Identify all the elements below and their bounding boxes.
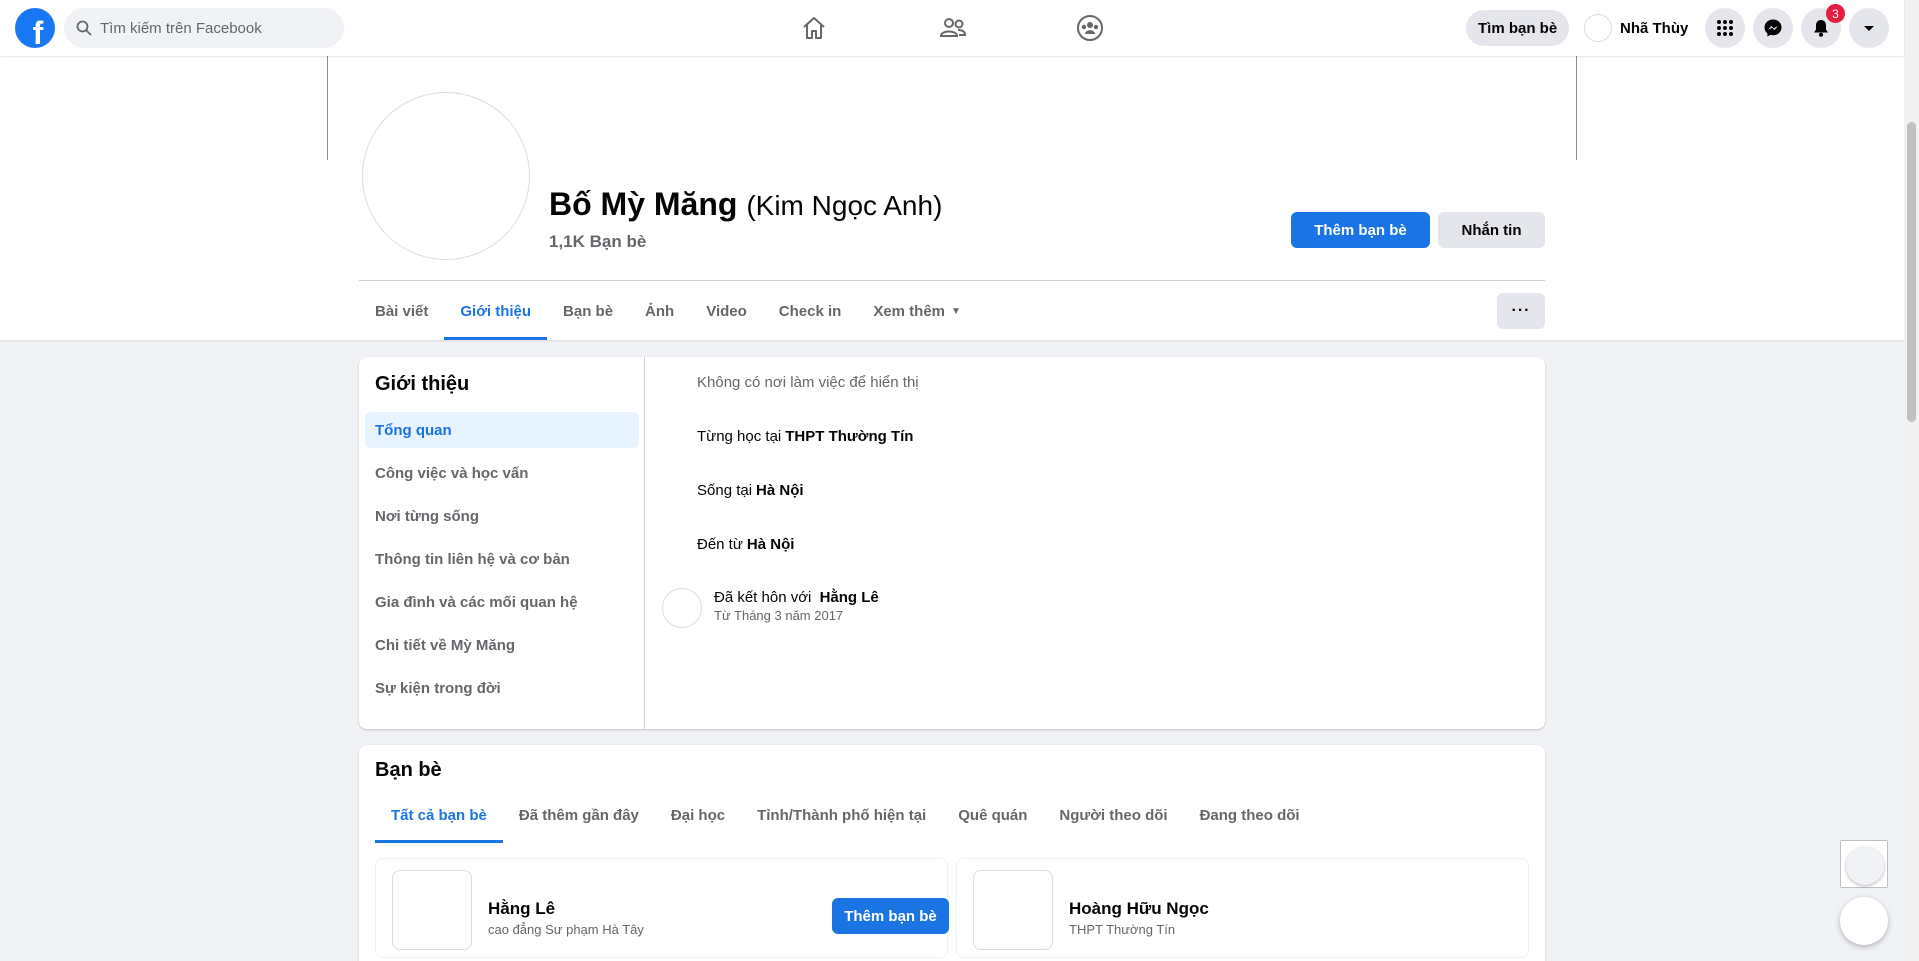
nav-home[interactable] bbox=[774, 0, 854, 56]
no-workplace-text: Không có nơi làm việc để hiển thị bbox=[697, 374, 919, 391]
search-box[interactable] bbox=[64, 8, 344, 48]
profile-name: Bố Mỳ Măng (Kim Ngọc Anh) bbox=[549, 186, 942, 223]
chevron-down-icon: ▼ bbox=[951, 305, 961, 317]
friend-subtitle: THPT Thường Tín bbox=[1069, 922, 1176, 937]
notifications-button[interactable]: 3 bbox=[1801, 4, 1845, 48]
about-nav-places-lived[interactable]: Nơi từng sống bbox=[365, 498, 639, 534]
cover-edge-right bbox=[1576, 56, 1577, 160]
relationship-row: Đã kết hôn với Hằng Lê bbox=[714, 589, 879, 606]
account-menu-button[interactable] bbox=[1849, 8, 1889, 48]
nav-groups[interactable] bbox=[1050, 0, 1130, 56]
tab-checkin[interactable]: Check in bbox=[763, 282, 858, 340]
add-friend-button[interactable]: Thêm bạn bè bbox=[832, 898, 949, 934]
friend-photo[interactable] bbox=[392, 870, 472, 950]
friends-tab-followers[interactable]: Người theo dõi bbox=[1043, 787, 1183, 843]
page-scrollbar[interactable] bbox=[1904, 0, 1919, 961]
friend-tile: Hằng Lê cao đẳng Sư phạm Hà Tây Thêm bạn… bbox=[375, 858, 949, 958]
hometown-prefix: Đến từ bbox=[697, 536, 743, 553]
friends-tab-all[interactable]: Tất cả bạn bè bbox=[375, 787, 503, 843]
about-nav-overview[interactable]: Tổng quan bbox=[365, 412, 639, 448]
home-icon bbox=[803, 17, 825, 39]
tab-friends[interactable]: Bạn bè bbox=[547, 282, 629, 340]
messenger-button[interactable] bbox=[1753, 8, 1793, 48]
top-navigation-bar: f Tìm bạn bè Nhã Thùy 3 bbox=[0, 0, 1904, 56]
nav-friends[interactable] bbox=[913, 0, 993, 56]
find-friends-button[interactable]: Tìm bạn bè bbox=[1466, 10, 1570, 46]
hometown-link[interactable]: Hà Nội bbox=[747, 536, 795, 553]
friend-name[interactable]: Hằng Lê bbox=[488, 899, 555, 919]
about-nav-details[interactable]: Chi tiết về Mỳ Măng bbox=[365, 627, 639, 663]
spouse-link[interactable]: Hằng Lê bbox=[820, 589, 879, 606]
friends-tab-following[interactable]: Đang theo dõi bbox=[1184, 787, 1316, 843]
tab-more[interactable]: Xem thêm ▼ bbox=[857, 282, 977, 340]
account-caret-icon bbox=[1864, 26, 1874, 31]
about-nav-life-events[interactable]: Sự kiện trong đời bbox=[365, 670, 639, 706]
friend-subtitle: cao đẳng Sư phạm Hà Tây bbox=[488, 922, 644, 937]
education-row: Từng học tại THPT Thường Tín bbox=[697, 428, 913, 445]
profile-alt-name: (Kim Ngọc Anh) bbox=[746, 190, 943, 221]
hometown-row: Đến từ Hà Nội bbox=[697, 536, 794, 553]
avatar bbox=[1584, 14, 1612, 42]
menu-button[interactable] bbox=[1705, 8, 1745, 48]
friends-icon bbox=[939, 18, 967, 37]
message-button[interactable]: Nhắn tin bbox=[1438, 212, 1545, 248]
education-prefix: Từng học tại bbox=[697, 428, 782, 445]
profile-picture[interactable] bbox=[362, 92, 530, 260]
tab-video[interactable]: Video bbox=[690, 282, 763, 340]
friends-tab-university[interactable]: Đại học bbox=[655, 787, 741, 843]
spouse-avatar[interactable] bbox=[662, 588, 702, 628]
friend-count[interactable]: 1,1K Bạn bè bbox=[549, 232, 646, 252]
relationship-since: Từ Tháng 3 năm 2017 bbox=[714, 608, 844, 623]
account-name: Nhã Thùy bbox=[1620, 19, 1689, 37]
account-profile-chip[interactable]: Nhã Thùy bbox=[1580, 10, 1696, 46]
messenger-icon bbox=[1764, 19, 1782, 37]
friend-name[interactable]: Hoàng Hữu Ngọc bbox=[1069, 899, 1209, 919]
current-city-link[interactable]: Hà Nội bbox=[756, 482, 804, 499]
cover-edge-left bbox=[327, 56, 328, 160]
about-card: Giới thiệu Tổng quan Công việc và học vấ… bbox=[359, 357, 1545, 729]
bell-icon bbox=[1814, 20, 1828, 37]
header-divider bbox=[359, 280, 1545, 281]
more-options-button[interactable]: ··· bbox=[1497, 293, 1545, 329]
current-city-prefix: Sống tại bbox=[697, 482, 753, 499]
scrollbar-thumb[interactable] bbox=[1907, 122, 1916, 422]
add-friend-button[interactable]: Thêm bạn bè bbox=[1291, 212, 1430, 248]
search-input[interactable] bbox=[100, 19, 330, 37]
floating-chat-image[interactable] bbox=[1840, 840, 1888, 888]
tab-posts[interactable]: Bài viết bbox=[359, 282, 444, 340]
new-message-button[interactable] bbox=[1840, 897, 1888, 945]
tab-about[interactable]: Giới thiệu bbox=[444, 282, 547, 340]
friends-tabs: Tất cả bạn bè Đã thêm gần đây Đại học Tỉ… bbox=[375, 787, 1316, 843]
friends-tab-recent[interactable]: Đã thêm gần đây bbox=[503, 787, 655, 843]
chat-bubble-icon bbox=[1846, 847, 1884, 885]
tab-photos[interactable]: Ảnh bbox=[629, 282, 690, 340]
search-icon bbox=[76, 20, 92, 36]
profile-header: Bố Mỳ Măng (Kim Ngọc Anh) 1,1K Bạn bè Th… bbox=[0, 56, 1904, 340]
friends-tab-hometown[interactable]: Quê quán bbox=[942, 787, 1043, 843]
about-title: Giới thiệu bbox=[375, 373, 470, 395]
friend-tile: Hoàng Hữu Ngọc THPT Thường Tín bbox=[956, 858, 1529, 958]
facebook-logo-icon[interactable]: f bbox=[15, 8, 55, 48]
menu-grid-icon bbox=[1717, 20, 1733, 36]
friends-title[interactable]: Bạn bè bbox=[375, 759, 442, 782]
school-link[interactable]: THPT Thường Tín bbox=[785, 428, 913, 445]
about-nav-work-education[interactable]: Công việc và học vấn bbox=[365, 455, 639, 491]
relationship-prefix: Đã kết hôn với bbox=[714, 589, 812, 606]
friend-photo[interactable] bbox=[973, 870, 1053, 950]
profile-tabs: Bài viết Giới thiệu Bạn bè Ảnh Video Che… bbox=[359, 282, 977, 340]
current-city-row: Sống tại Hà Nội bbox=[697, 482, 804, 499]
groups-icon bbox=[1077, 15, 1103, 41]
about-sidebar: Giới thiệu Tổng quan Công việc và học vấ… bbox=[359, 357, 645, 729]
tab-more-label: Xem thêm bbox=[873, 302, 946, 320]
profile-main-name: Bố Mỳ Măng bbox=[549, 186, 738, 222]
friends-card: Bạn bè Tất cả bạn bè Đã thêm gần đây Đại… bbox=[359, 745, 1545, 961]
about-nav-contact-info[interactable]: Thông tin liên hệ và cơ bản bbox=[365, 541, 639, 577]
about-nav-family[interactable]: Gia đình và các mối quan hệ bbox=[365, 584, 639, 620]
notification-badge: 3 bbox=[1826, 4, 1845, 23]
friends-tab-current-city[interactable]: Tỉnh/Thành phố hiện tại bbox=[741, 787, 942, 843]
